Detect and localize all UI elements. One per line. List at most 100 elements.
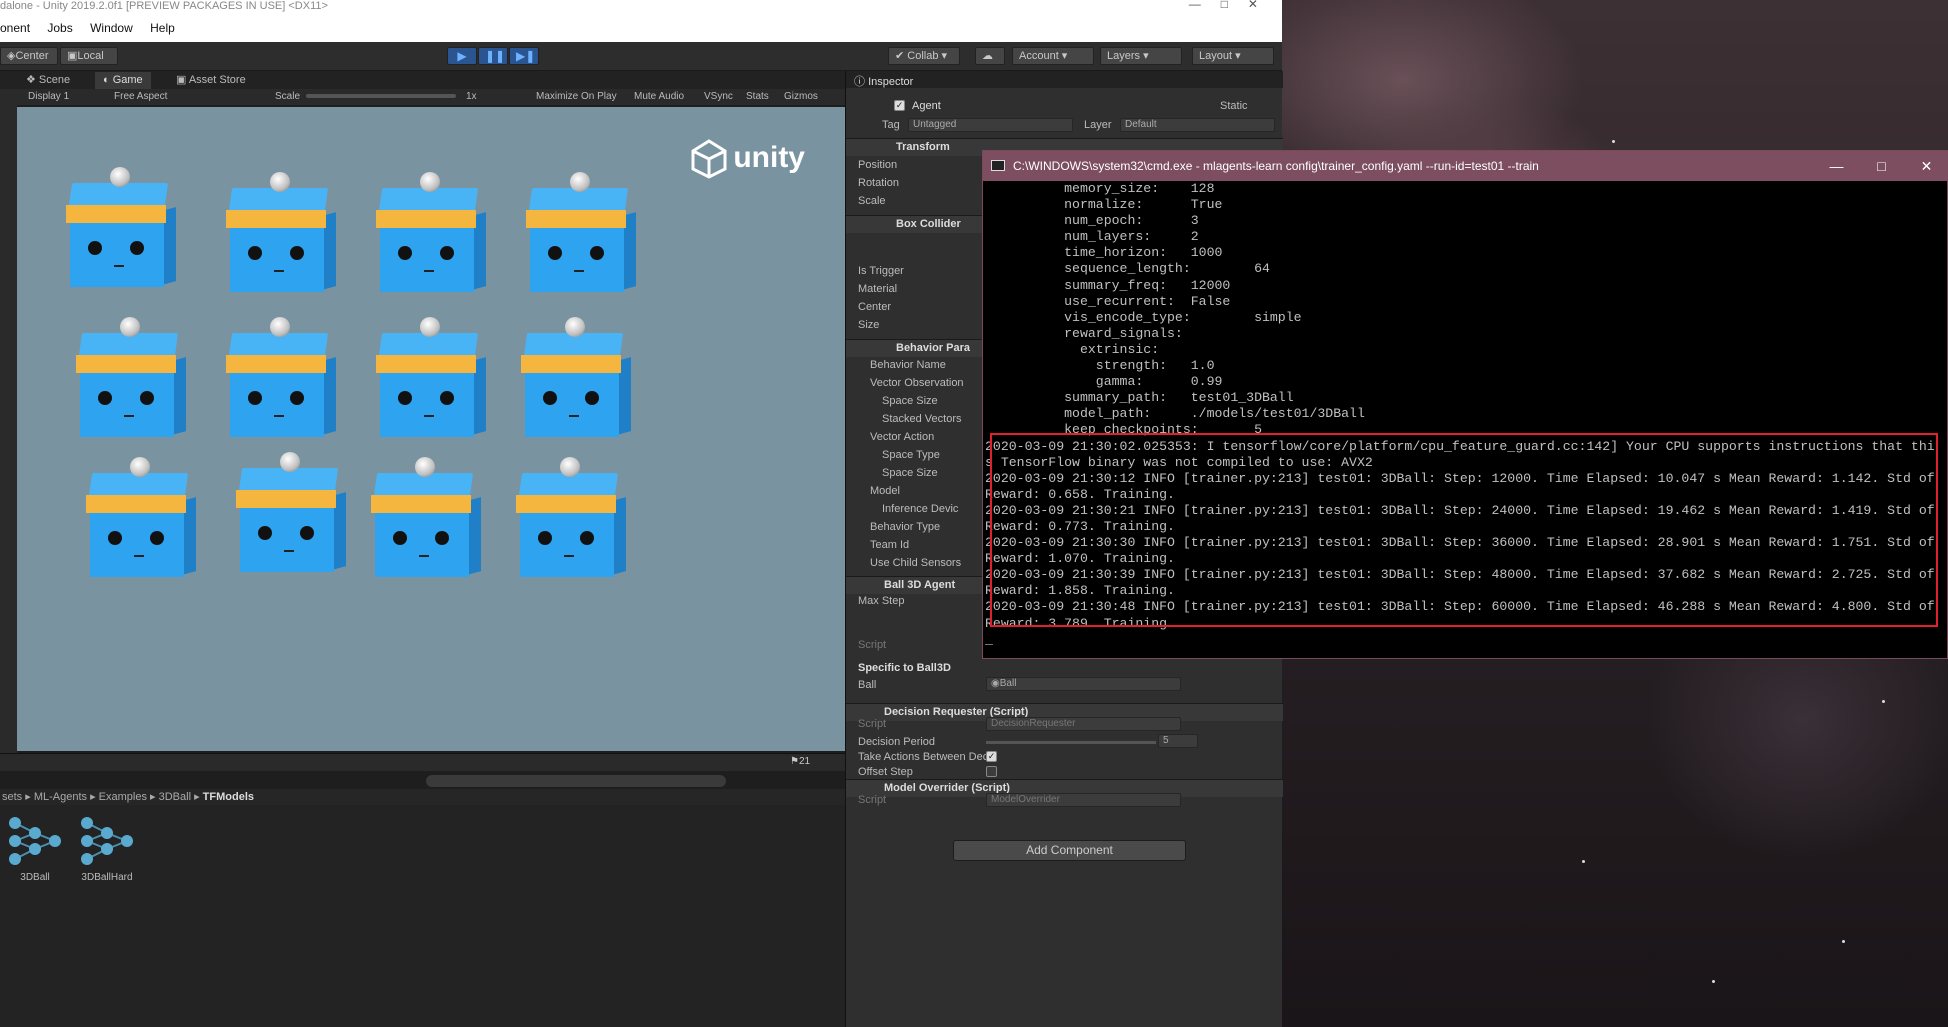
agent-eye xyxy=(538,531,552,545)
project-search-input[interactable] xyxy=(426,775,726,787)
window-title-bar: dalone - Unity 2019.2.0f1 [PREVIEW PACKA… xyxy=(0,0,1282,14)
tab-game[interactable]: ◐ Game xyxy=(95,72,151,89)
behavior-field-label: Space Size xyxy=(882,395,938,407)
unity-cube-icon xyxy=(691,139,727,179)
play-button[interactable]: ▶ xyxy=(447,47,477,65)
menu-window[interactable]: Window xyxy=(90,21,133,35)
scale-slider[interactable] xyxy=(306,94,456,98)
cmd-line: strength: 1.0 xyxy=(985,358,1215,374)
cmd-line: time_horizon: 1000 xyxy=(985,245,1223,261)
agent-band xyxy=(376,210,476,228)
agent-mouth xyxy=(419,555,429,557)
cmd-line: normalize: True xyxy=(985,197,1223,213)
agent-ball xyxy=(570,172,590,192)
active-checkbox[interactable]: ✓ xyxy=(894,100,905,111)
maximize-icon[interactable]: □ xyxy=(1859,151,1904,181)
agent-ball xyxy=(560,457,580,477)
tag-dropdown[interactable]: Untagged xyxy=(908,118,1073,132)
pivot-local-toggle[interactable]: ▣Local xyxy=(60,47,118,65)
behavior-field-label: Use Child Sensors xyxy=(870,557,962,569)
vsync-toggle[interactable]: VSync xyxy=(704,89,733,105)
inspector-tab-bar: ⓘ Inspector xyxy=(846,71,1283,88)
add-component-button[interactable]: Add Component xyxy=(953,840,1186,861)
aspect-dropdown[interactable]: Free Aspect xyxy=(114,89,167,105)
agent-cube xyxy=(372,317,486,437)
view-tabs: ❖ Scene ◐ Game ▣ Asset Store xyxy=(0,71,845,89)
collab-button[interactable]: ✔ Collab ▾ xyxy=(888,47,960,65)
mute-audio-toggle[interactable]: Mute Audio xyxy=(634,89,684,105)
agent-eye xyxy=(590,246,604,260)
decision-period-slider[interactable] xyxy=(986,741,1156,744)
offset-step-label: Offset Step xyxy=(858,766,913,778)
agent-face xyxy=(375,513,469,577)
override-script-field: ModelOverrider xyxy=(986,793,1181,807)
menu-jobs[interactable]: Jobs xyxy=(47,21,72,35)
agent-eye xyxy=(290,391,304,405)
stats-toggle[interactable]: Stats xyxy=(746,89,769,105)
cmd-line: extrinsic: xyxy=(985,341,1160,357)
left-panel-strip xyxy=(0,89,17,753)
agent-eye xyxy=(440,391,454,405)
behavior-field-label: Space Type xyxy=(882,449,940,461)
display-dropdown[interactable]: Display 1 xyxy=(28,89,69,105)
agent-eye xyxy=(248,391,262,405)
agent-ball xyxy=(420,172,440,192)
close-icon[interactable]: ✕ xyxy=(1904,151,1948,181)
agent-cube xyxy=(232,452,346,572)
tab-scene[interactable]: ❖ Scene xyxy=(18,72,78,89)
static-toggle[interactable]: Static xyxy=(1220,100,1248,112)
menu-component[interactable]: onent xyxy=(0,21,30,35)
agent-cube xyxy=(222,317,336,437)
override-script-label: Script xyxy=(858,794,887,806)
agent-band xyxy=(226,210,326,228)
tab-asset-store[interactable]: ▣ Asset Store xyxy=(168,72,254,89)
decision-period-input[interactable]: 5 xyxy=(1158,734,1198,748)
breadcrumb-item[interactable]: 3DBall xyxy=(159,791,191,803)
rotation-label: Rotation xyxy=(858,177,899,189)
agent-ball xyxy=(270,172,290,192)
cloud-icon[interactable]: ☁ xyxy=(975,47,1005,65)
breadcrumb-item[interactable]: sets xyxy=(2,791,22,803)
script-label: Script xyxy=(858,639,887,651)
pivot-center-toggle[interactable]: ◈Center xyxy=(0,47,58,65)
highlight-box xyxy=(990,433,1938,627)
agent-eye xyxy=(585,391,599,405)
layout-dropdown[interactable]: Layout ▾ xyxy=(1192,47,1274,65)
agent-eye xyxy=(440,246,454,260)
cmd-line: use_recurrent: False xyxy=(985,293,1231,309)
agent-ball xyxy=(110,167,130,187)
breadcrumb-item[interactable]: Examples xyxy=(99,791,147,803)
game-view[interactable]: unity xyxy=(17,107,845,751)
window-controls[interactable]: —□✕ xyxy=(1189,0,1278,10)
offset-step-checkbox[interactable] xyxy=(986,766,997,777)
asset-3dball[interactable]: 3DBall xyxy=(0,813,70,883)
agent-ball xyxy=(270,317,290,337)
breadcrumb-item[interactable]: ML-Agents xyxy=(34,791,87,803)
cmd-line: num_layers: 2 xyxy=(985,229,1199,245)
gizmos-dropdown[interactable]: Gizmos xyxy=(784,89,818,105)
cmd-title-bar[interactable]: C:\WINDOWS\system32\cmd.exe - mlagents-l… xyxy=(983,151,1948,181)
tag-label: Tag xyxy=(882,119,900,131)
agent-cube xyxy=(82,457,196,577)
behavior-field-label: Team Id xyxy=(870,539,910,551)
account-dropdown[interactable]: Account ▾ xyxy=(1012,47,1094,65)
layer-dropdown[interactable]: Default xyxy=(1120,118,1275,132)
maximize-on-play-toggle[interactable]: Maximize On Play xyxy=(536,89,617,105)
star xyxy=(1612,140,1615,143)
tab-inspector[interactable]: ⓘ Inspector xyxy=(854,73,913,89)
layers-dropdown[interactable]: Layers ▾ xyxy=(1100,47,1182,65)
take-actions-checkbox[interactable]: ✓ xyxy=(986,751,997,762)
ball-object-field[interactable]: ◉Ball xyxy=(986,677,1181,691)
pause-button[interactable]: ❚❚ xyxy=(478,47,508,65)
asset-3dballhard[interactable]: 3DBallHard xyxy=(72,813,142,883)
object-name[interactable]: Agent xyxy=(912,100,941,112)
decision-script-label: Script xyxy=(858,718,887,730)
project-assets: 3DBall 3DBallHard xyxy=(0,805,845,1027)
scale-label: Scale xyxy=(858,195,886,207)
minimize-icon[interactable]: — xyxy=(1814,151,1859,181)
step-button[interactable]: ▶❚ xyxy=(509,47,539,65)
menu-help[interactable]: Help xyxy=(150,21,175,35)
cmd-line: _ xyxy=(985,631,993,647)
agent-eye xyxy=(98,391,112,405)
menu-bar: onent Jobs Window Help xyxy=(0,14,1282,42)
